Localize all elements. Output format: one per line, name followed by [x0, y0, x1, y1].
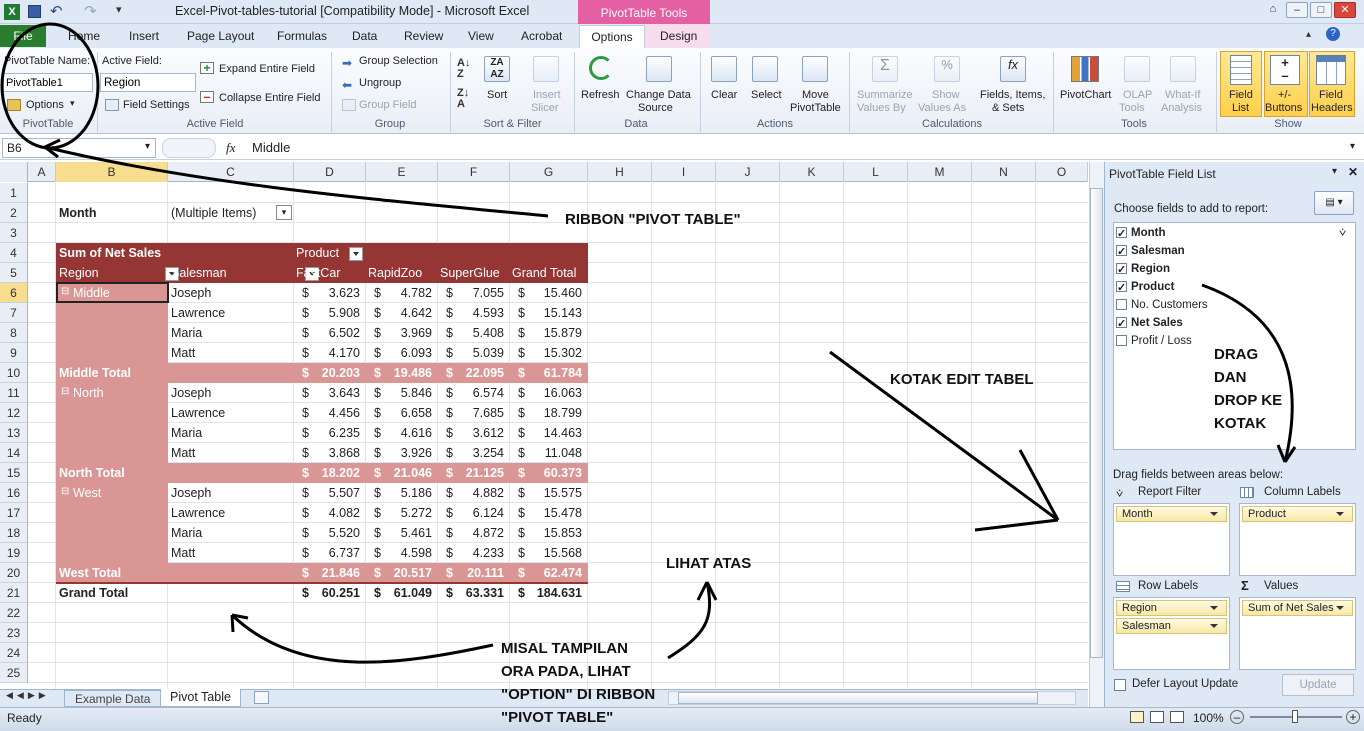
arrow-to-ribbon	[44, 145, 549, 218]
annotation-misal-1: MISAL TAMPILAN	[501, 640, 628, 657]
annotation-drawings	[0, 22, 1297, 664]
annotation-kotak: KOTAK EDIT TABEL	[890, 371, 1034, 388]
arrow-up	[667, 581, 712, 660]
annotation-drag-4: KOTAK	[1214, 415, 1267, 432]
annotation-misal-3: "OPTION" DI RIBBON	[501, 686, 656, 703]
arrow-up-head	[696, 581, 718, 601]
annotation-ribbon: RIBBON "PIVOT TABLE"	[565, 211, 741, 228]
ribbon-highlight-circle	[0, 22, 100, 150]
arrow-to-table	[230, 613, 494, 664]
annotation-drag-2: DAN	[1214, 369, 1247, 386]
annotation-drag-3: DROP KE	[1214, 392, 1283, 409]
annotation-lihat: LIHAT ATAS	[666, 555, 752, 572]
annotation-drag-1: DRAG	[1214, 346, 1259, 363]
annotation-misal-2: ORA PADA, LIHAT	[501, 663, 631, 680]
annotation-misal-4: "PIVOT TABLE"	[501, 709, 614, 726]
